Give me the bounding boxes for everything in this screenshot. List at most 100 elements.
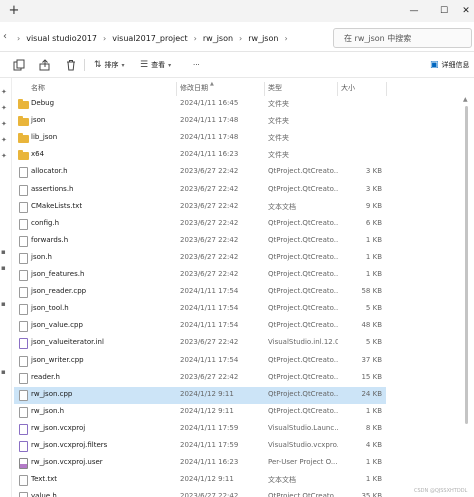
file-name: value.h — [31, 492, 57, 497]
file-icon — [19, 252, 28, 264]
navigation-pane[interactable]: ✦ ✦ ✦ ✦ ✦ ▪ ▪ ▪ ▪ — [0, 78, 12, 497]
file-date: 2023/6/27 22:42 — [180, 492, 239, 497]
nav-item-icon[interactable]: ▪ — [1, 248, 6, 256]
view-button[interactable]: ☰ 查看 ▾ — [140, 57, 171, 73]
breadcrumb-item-rw-json[interactable]: rw_json — [200, 34, 236, 43]
file-name: Text.txt — [31, 475, 58, 484]
file-row[interactable]: rw_json.vcxproj.filters 2024/1/11 17:59 Vi… — [14, 438, 386, 455]
sort-button[interactable]: ⇅ 排序 ▾ — [94, 57, 125, 73]
breadcrumb-item-visual2017-project[interactable]: visual2017_project — [109, 34, 190, 43]
nav-item-icon[interactable]: ▪ — [1, 300, 6, 308]
file-type: QtProject.QtCreato... — [268, 389, 338, 398]
file-size: 48 KB — [361, 321, 382, 330]
scrollbar-thumb[interactable] — [465, 106, 468, 424]
pin-icon[interactable]: ✦ — [1, 88, 7, 96]
file-icon — [19, 235, 28, 247]
file-date: 2024/1/11 17:54 — [180, 321, 239, 330]
copy-icon[interactable] — [12, 58, 26, 72]
file-row[interactable]: json_writer.cpp 2024/1/11 17:54 QtProject.… — [14, 353, 386, 370]
file-row[interactable]: json.h 2023/6/27 22:42 QtProject.QtCreato.… — [14, 250, 386, 267]
file-row[interactable]: config.h 2023/6/27 22:42 QtProject.QtCreat… — [14, 216, 386, 233]
file-size: 9 KB — [365, 201, 382, 210]
file-row[interactable]: json_valueiterator.inl 2023/6/27 22:42 Vis… — [14, 335, 386, 352]
file-row[interactable]: assertions.h 2023/6/27 22:42 QtProject.QtC… — [14, 182, 386, 199]
file-size: 1 KB — [365, 252, 382, 261]
column-divider[interactable] — [176, 82, 177, 96]
nav-item-icon[interactable]: ▪ — [1, 368, 6, 376]
search-box[interactable] — [333, 28, 472, 48]
breadcrumb-separator[interactable]: › — [100, 34, 109, 43]
minimize-button[interactable]: — — [400, 0, 428, 22]
breadcrumb-item-rw-json-current[interactable]: rw_json — [245, 34, 281, 43]
delete-icon[interactable] — [64, 58, 78, 72]
file-row[interactable]: json_tool.h 2024/1/11 17:54 QtProject.QtCr… — [14, 301, 386, 318]
file-row[interactable]: json_features.h 2023/6/27 22:42 QtProject.… — [14, 267, 386, 284]
breadcrumb-separator[interactable]: › — [14, 34, 23, 43]
file-type: QtProject.QtCreato... — [268, 372, 338, 381]
file-type: VisualStudio.Launc... — [268, 423, 338, 432]
breadcrumb-separator[interactable]: › — [191, 34, 200, 43]
details-button[interactable]: ▣ 详细信息 — [430, 57, 470, 73]
folder-row[interactable]: json 2024/1/11 17:48 文件夹 — [14, 113, 386, 130]
breadcrumb-separator[interactable]: › — [281, 34, 290, 43]
file-type: QtProject.QtCreato... — [268, 406, 338, 415]
file-row[interactable]: rw_json.cpp 2024/1/12 9:11 QtProject.QtCre… — [14, 386, 386, 404]
pin-icon[interactable]: ✦ — [1, 120, 7, 128]
file-type: QtProject.QtCreato... — [268, 184, 338, 193]
file-name: json_reader.cpp — [31, 287, 87, 296]
file-size: 24 KB — [361, 389, 382, 398]
file-date: 2024/1/11 17:54 — [180, 355, 239, 364]
more-options-button[interactable]: ··· — [193, 57, 200, 73]
file-row[interactable]: CMakeLists.txt 2023/6/27 22:42 文本文档 9 KB — [14, 199, 386, 216]
file-type: QtProject.QtCreato... — [268, 321, 338, 330]
close-button[interactable]: ✕ — [452, 0, 474, 22]
breadcrumb-separator[interactable]: › — [236, 34, 245, 43]
new-tab-button[interactable]: + — [6, 3, 22, 19]
file-row[interactable]: rw_json.vcxproj.user 2024/1/11 16:23 Per-U… — [14, 455, 386, 472]
pin-icon[interactable]: ✦ — [1, 136, 7, 144]
nav-item-icon[interactable]: ▪ — [1, 264, 6, 272]
file-row[interactable]: rw_json.vcxproj 2024/1/11 17:59 VisualStud… — [14, 421, 386, 438]
column-size[interactable]: 大小 — [341, 83, 355, 93]
folder-row[interactable]: x64 2024/1/11 16:23 文件夹 — [14, 147, 386, 164]
folder-row[interactable]: Debug 2024/1/11 16:45 文件夹 — [14, 96, 386, 113]
column-divider[interactable] — [337, 82, 338, 96]
file-row[interactable]: reader.h 2023/6/27 22:42 QtProject.QtCreat… — [14, 370, 386, 387]
column-name[interactable]: 名称 — [31, 83, 45, 93]
breadcrumb: › visual studio2017 › visual2017_project… — [14, 29, 291, 47]
column-divider[interactable] — [264, 82, 265, 96]
file-date: 2023/6/27 22:42 — [180, 184, 239, 193]
file-date: 2023/6/27 22:42 — [180, 218, 239, 227]
file-size: 1 KB — [365, 406, 382, 415]
file-row[interactable]: rw_json.h 2024/1/12 9:11 QtProject.QtCreat… — [14, 404, 386, 421]
pin-icon[interactable]: ✦ — [1, 104, 7, 112]
file-icon — [19, 184, 28, 196]
column-date[interactable]: 修改日期 — [180, 83, 208, 93]
file-type: 文件夹 — [268, 151, 289, 160]
file-name: allocator.h — [31, 167, 68, 176]
file-date: 2024/1/11 17:54 — [180, 304, 239, 313]
file-row[interactable]: json_value.cpp 2024/1/11 17:54 QtProject.Q… — [14, 318, 386, 335]
file-size: 5 KB — [365, 338, 382, 347]
file-icon — [19, 389, 28, 401]
file-size: 1 KB — [365, 458, 382, 467]
file-row[interactable]: allocator.h 2023/6/27 22:42 QtProject.QtCr… — [14, 164, 386, 181]
command-bar: ⇅ 排序 ▾ ☰ 查看 ▾ ··· ▣ 详细信息 — [0, 52, 474, 78]
vertical-scrollbar[interactable]: ▲ — [463, 96, 471, 496]
file-row[interactable]: Text.txt 2024/1/12 9:11 文本文档 1 KB — [14, 472, 386, 489]
column-divider[interactable] — [386, 82, 387, 96]
file-name: reader.h — [31, 372, 60, 381]
folder-row[interactable]: lib_json 2024/1/11 17:48 文件夹 — [14, 130, 386, 147]
column-type[interactable]: 类型 — [268, 83, 282, 93]
pin-icon[interactable]: ✦ — [1, 152, 7, 160]
file-type: 文本文档 — [268, 476, 296, 485]
file-row[interactable]: json_reader.cpp 2024/1/11 17:54 QtProject.… — [14, 284, 386, 301]
share-icon[interactable] — [38, 58, 52, 72]
file-row[interactable]: forwards.h 2023/6/27 22:42 QtProject.QtCre… — [14, 233, 386, 250]
file-row[interactable]: value.h 2023/6/27 22:42 QtProject.QtCreato… — [14, 489, 386, 497]
text-file-icon — [19, 201, 28, 213]
breadcrumb-item-visual-studio2017[interactable]: visual studio2017 — [23, 34, 100, 43]
search-input[interactable] — [344, 33, 454, 43]
file-name: config.h — [31, 218, 60, 227]
scroll-up-icon[interactable]: ▲ — [463, 96, 468, 103]
